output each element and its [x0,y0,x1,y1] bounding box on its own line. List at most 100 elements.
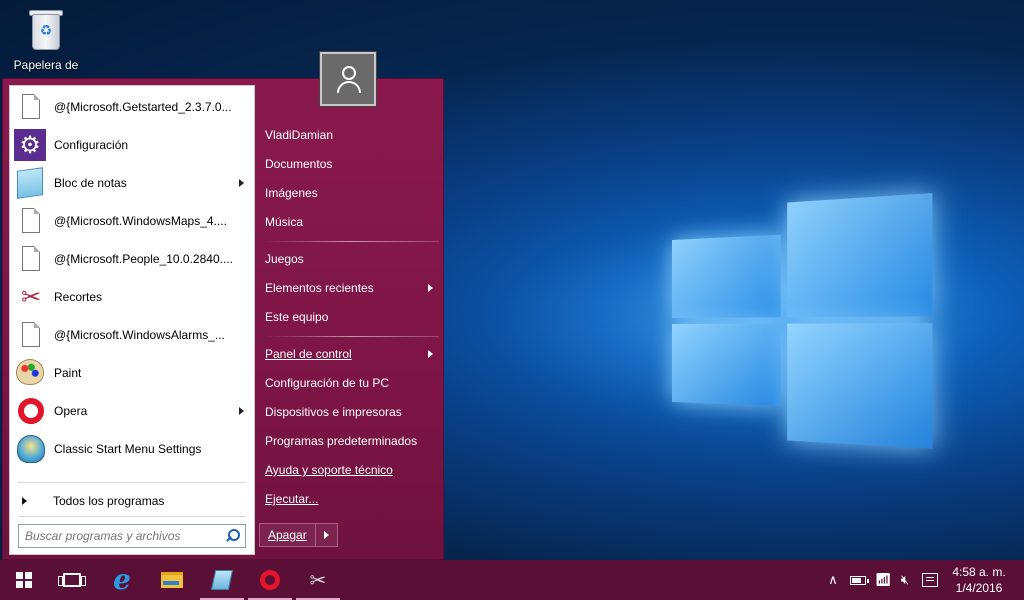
submenu-arrow-icon [239,179,244,187]
submenu-arrow-icon [239,407,244,415]
menu-item-label: Dispositivos e impresoras [265,405,402,419]
notepad-icon [210,570,234,590]
document-icon [14,243,46,275]
windows-logo-wallpaper [672,193,933,467]
program-item-opera[interactable]: Opera [10,392,254,430]
chevron-right-icon [323,531,329,539]
volume-mute-icon: 🔇︎ [900,572,910,588]
start-menu: @{Microsoft.Getstarted_2.3.7.0... ⚙ Conf… [2,78,444,560]
scissors-icon: ✂ [309,568,327,592]
program-item-classic-start-settings[interactable]: Classic Start Menu Settings [10,430,254,468]
recycle-bin-icon: ♻ [26,6,66,52]
program-item-recortes[interactable]: ✂ Recortes [10,278,254,316]
program-label: @{Microsoft.People_10.0.2840.... [54,252,233,266]
task-view-icon [58,573,86,587]
programs-pane: @{Microsoft.Getstarted_2.3.7.0... ⚙ Conf… [9,85,255,555]
program-label: @{Microsoft.WindowsMaps_4.... [54,214,227,228]
divider [265,336,439,337]
windows-icon [16,572,32,588]
taskbar-notepad[interactable] [198,560,246,600]
submenu-arrow-icon [428,350,433,358]
search-input[interactable] [19,526,223,546]
menu-item-default-programs[interactable]: Programas predeterminados [265,428,439,454]
shutdown-options-button[interactable] [315,523,338,547]
search-icon[interactable] [223,527,241,545]
clock-date: 1/4/2016 [955,581,1003,595]
menu-item-this-pc[interactable]: Este equipo [265,304,439,330]
program-item-windowsalarms[interactable]: @{Microsoft.WindowsAlarms_... [10,316,254,354]
shutdown-button[interactable]: Apagar [259,523,316,547]
action-center-button[interactable] [918,560,942,600]
program-label: Configuración [54,138,129,152]
user-avatar[interactable] [320,52,376,106]
taskbar-file-explorer[interactable] [148,560,196,600]
folder-icon [161,572,183,588]
notepad-icon [14,167,46,199]
menu-item-label: Documentos [265,157,333,171]
menu-item-label: Configuración de tu PC [265,376,390,390]
menu-item-label: Imágenes [265,186,318,200]
clock-time: 4:58 a. m. [952,565,1006,579]
program-label: Classic Start Menu Settings [54,442,202,456]
menu-item-label: Programas predeterminados [265,434,418,448]
menu-item-pc-settings[interactable]: Configuración de tu PC [265,370,439,396]
program-label: Opera [54,404,88,418]
menu-item-devices-printers[interactable]: Dispositivos e impresoras [265,399,439,425]
desktop-icon-label: Papelera de [13,58,79,72]
menu-item-control-panel[interactable]: Panel de control [265,341,439,367]
program-item-people[interactable]: @{Microsoft.People_10.0.2840.... [10,240,254,278]
divider [265,241,439,242]
menu-item-user-folder[interactable]: VladiDamian [265,122,439,148]
program-label: Recortes [54,290,103,304]
taskbar: e ✂ ∧ 📶︎ 🔇︎ 4:58 a. m. 1/4/2016 [0,560,1024,600]
wifi-icon: 📶︎ [874,572,892,588]
desktop-icon-recycle-bin[interactable]: ♻ Papelera de [8,6,84,72]
program-label: @{Microsoft.WindowsAlarms_... [54,328,225,342]
program-item-configuracion[interactable]: ⚙ Configuración [10,126,254,164]
submenu-arrow-icon [428,284,433,292]
divider [18,482,246,483]
shutdown-control: Apagar [259,523,338,547]
show-hidden-icons-button[interactable]: ∧ [822,560,844,600]
taskbar-internet-explorer[interactable]: e [98,560,146,600]
menu-item-label: Ejecutar... [265,492,319,506]
menu-item-recent-items[interactable]: Elementos recientes [265,275,439,301]
menu-item-label: Juegos [265,252,304,266]
menu-item-music[interactable]: Música [265,209,439,235]
chevron-up-icon: ∧ [828,572,838,588]
expand-arrow-icon [22,497,27,505]
menu-item-label: Ayuda y soporte técnico [265,463,393,477]
search-box[interactable] [18,524,246,548]
program-item-windowsmaps[interactable]: @{Microsoft.WindowsMaps_4.... [10,202,254,240]
ie-icon: e [113,563,131,596]
taskbar-opera[interactable] [246,560,294,600]
taskbar-clock[interactable]: 4:58 a. m. 1/4/2016 [948,564,1010,596]
program-label: Bloc de notas [54,176,127,190]
all-programs-label: Todos los programas [53,494,165,508]
start-button[interactable] [0,560,48,600]
opera-icon [260,570,280,590]
scissors-icon: ✂ [20,283,42,311]
menu-item-label: Elementos recientes [265,281,374,295]
menu-item-run[interactable]: Ejecutar... [265,486,439,512]
task-view-button[interactable] [48,560,96,600]
menu-item-documents[interactable]: Documentos [265,151,439,177]
menu-item-help-support[interactable]: Ayuda y soporte técnico [265,457,439,483]
taskbar-snipping-tool[interactable]: ✂ [294,560,342,600]
battery-button[interactable] [846,560,870,600]
network-button[interactable]: 📶︎ [872,560,894,600]
all-programs-button[interactable]: Todos los programas [10,488,254,514]
opera-icon [14,395,46,427]
shell-icon [14,433,46,465]
volume-button[interactable]: 🔇︎ [894,560,916,600]
user-icon [342,66,356,80]
gear-icon: ⚙ [14,129,46,161]
menu-item-games[interactable]: Juegos [265,246,439,272]
program-item-bloc-de-notas[interactable]: Bloc de notas [10,164,254,202]
menu-item-label: Este equipo [265,310,329,324]
program-label: @{Microsoft.Getstarted_2.3.7.0... [54,100,232,114]
program-item-paint[interactable]: Paint [10,354,254,392]
paint-palette-icon [14,357,46,389]
program-item-getstarted[interactable]: @{Microsoft.Getstarted_2.3.7.0... [10,88,254,126]
menu-item-images[interactable]: Imágenes [265,180,439,206]
